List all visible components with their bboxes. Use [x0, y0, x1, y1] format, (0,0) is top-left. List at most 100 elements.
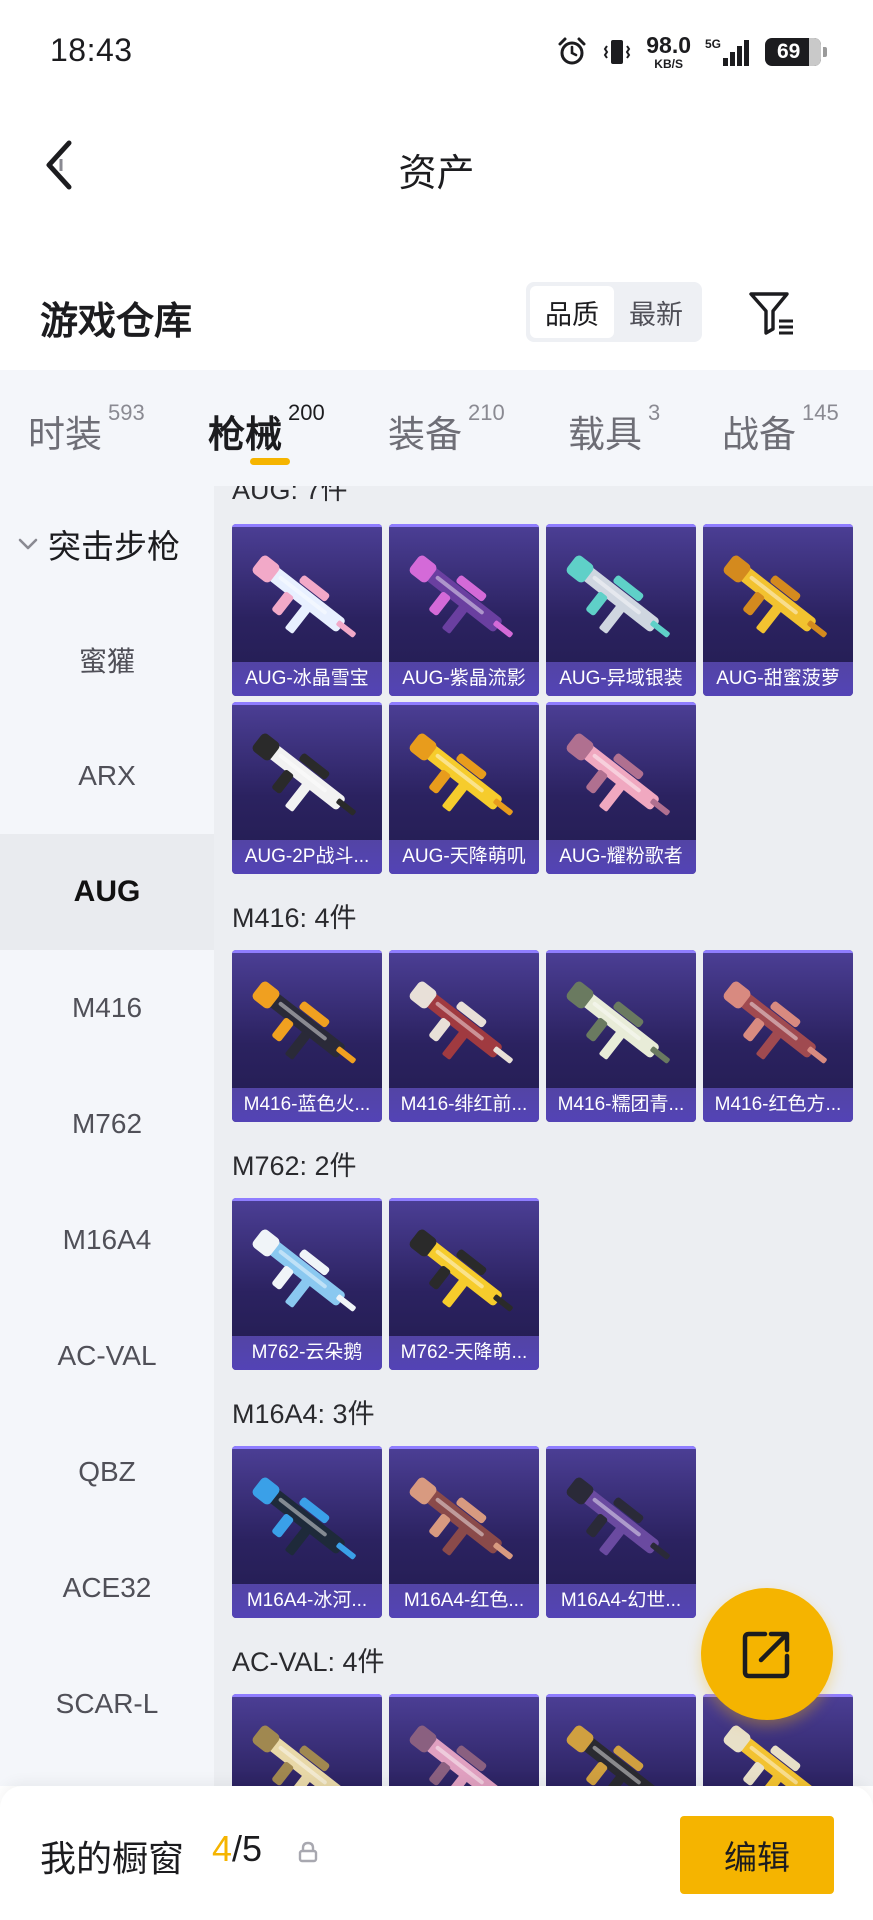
section-title-ac-val: AC-VAL: 4件 — [232, 1647, 385, 1677]
weapon-skin-image — [723, 555, 827, 638]
sidebar-item-aug[interactable]: AUG — [0, 834, 214, 950]
sidebar-item-m762[interactable]: M762 — [0, 1066, 214, 1182]
weapon-skin-image — [566, 1725, 659, 1786]
section-title-m762: M762: 2件 — [232, 1151, 357, 1181]
weapon-card[interactable]: M16A4-红色... — [389, 1446, 539, 1618]
status-icons: 98.0 KB/S 5G 69 — [556, 30, 827, 74]
weapon-card-label: M416-绯红前... — [389, 1088, 539, 1122]
sidebar-category-label: 突击步枪 — [48, 528, 180, 565]
category-tabs: 时装 593 枪械 200 装备 210 载具 3 战备 145 — [0, 370, 873, 486]
tab-label: 时装 — [28, 414, 102, 455]
tab-fashion[interactable]: 时装 593 — [28, 400, 145, 458]
weapon-skin-image — [409, 733, 513, 816]
weapon-skin-image — [409, 1229, 513, 1312]
tab-firearms[interactable]: 枪械 200 — [208, 400, 325, 458]
weapon-skin-image — [252, 1477, 356, 1560]
weapon-skin-image — [409, 1725, 502, 1786]
tab-equipment[interactable]: 装备 210 — [388, 400, 505, 458]
sidebar-item-m416[interactable]: M416 — [0, 950, 214, 1066]
tab-count: 210 — [468, 400, 505, 425]
weapon-card[interactable] — [389, 1694, 539, 1786]
filter-button[interactable] — [744, 284, 800, 344]
network-speed-value: 98.0 — [646, 32, 691, 58]
weapon-card[interactable]: M416-红色方... — [703, 950, 853, 1122]
sidebar-category-assault-rifle[interactable]: 突击步枪 — [0, 486, 214, 602]
tab-count: 593 — [108, 400, 145, 425]
sidebar-item-honey-badger[interactable]: 蜜獾 — [0, 602, 214, 718]
weapon-card[interactable]: AUG-耀粉歌者 — [546, 702, 696, 874]
showcase-label: 我的橱窗 — [40, 1838, 185, 1879]
weapon-card-label: AUG-紫晶流影 — [389, 662, 539, 696]
active-tab-indicator — [250, 458, 290, 465]
section-title-aug: AUG: 7件 — [232, 486, 348, 505]
tab-label: 枪械 — [208, 414, 282, 455]
share-button[interactable] — [701, 1588, 833, 1720]
weapon-card[interactable]: M416-蓝色火... — [232, 950, 382, 1122]
weapon-card-label: M16A4-红色... — [389, 1584, 539, 1618]
weapon-skin-image — [252, 733, 356, 816]
assets-page: 18:43 98.0 KB/S 5G 69 资产 游戏仓库 品质 最新 时装 5… — [0, 0, 873, 1920]
sidebar-item-ace32[interactable]: ACE32 — [0, 1530, 214, 1646]
weapon-card-label: M416-蓝色火... — [232, 1088, 382, 1122]
status-time: 18:43 — [50, 32, 133, 68]
showcase-total: 5 — [242, 1828, 263, 1869]
weapon-skin-image — [252, 1725, 345, 1786]
network-speed: 98.0 KB/S — [646, 32, 691, 71]
weapon-card[interactable]: AUG-冰晶雪宝 — [232, 524, 382, 696]
showcase-used: 4 — [212, 1828, 233, 1869]
showcase-bar: 我的橱窗 4/5 编辑 — [0, 1786, 873, 1920]
weapon-card-label: M762-云朵鹅 — [232, 1336, 382, 1370]
weapon-card[interactable]: AUG-紫晶流影 — [389, 524, 539, 696]
section-title-m416: M416: 4件 — [232, 903, 357, 933]
weapon-card-label: AUG-甜蜜菠萝 — [703, 662, 853, 696]
weapon-card[interactable]: M16A4-幻世... — [546, 1446, 696, 1618]
sidebar-item-scar-l[interactable]: SCAR-L — [0, 1646, 214, 1762]
tab-count: 3 — [648, 400, 661, 425]
weapon-card[interactable]: AUG-甜蜜菠萝 — [703, 524, 853, 696]
weapon-card[interactable]: AUG-异域银装 — [546, 524, 696, 696]
network-speed-unit: KB/S — [654, 57, 683, 71]
weapon-card[interactable]: AUG-天降萌叽 — [389, 702, 539, 874]
tab-label: 载具 — [568, 414, 642, 455]
weapon-card-label: M416-红色方... — [703, 1088, 853, 1122]
weapon-card-label: AUG-2P战斗... — [232, 840, 382, 874]
tab-label: 装备 — [388, 414, 462, 455]
tab-vehicles[interactable]: 载具 3 — [568, 400, 660, 458]
battery-indicator: 69 — [765, 38, 827, 66]
weapon-card-label: AUG-天降萌叽 — [389, 840, 539, 874]
tab-combat-prep[interactable]: 战备 145 — [722, 400, 839, 458]
weapon-skin-image — [409, 981, 513, 1064]
weapon-card[interactable] — [232, 1694, 382, 1786]
weapon-card-label: AUG-冰晶雪宝 — [232, 662, 382, 696]
sort-option-quality[interactable]: 品质 — [530, 286, 614, 338]
sidebar-item-arx[interactable]: ARX — [0, 718, 214, 834]
sidebar-item-ac-val[interactable]: AC-VAL — [0, 1298, 214, 1414]
weapon-card[interactable] — [546, 1694, 696, 1786]
battery-level: 69 — [777, 40, 801, 63]
tab-count: 145 — [802, 400, 839, 425]
weapon-card-label: AUG-异域银装 — [546, 662, 696, 696]
vibrate-icon — [604, 40, 631, 64]
sort-toggle: 品质 最新 — [526, 282, 702, 342]
weapon-card[interactable]: AUG-2P战斗... — [232, 702, 382, 874]
filter-icon — [749, 292, 793, 335]
weapon-card[interactable]: M416-绯红前... — [389, 950, 539, 1122]
showcase-separator: / — [232, 1828, 243, 1869]
weapon-card-label: M16A4-幻世... — [546, 1584, 696, 1618]
weapon-card[interactable]: M762-天降萌... — [389, 1198, 539, 1370]
weapon-card[interactable]: M16A4-冰河... — [232, 1446, 382, 1618]
sidebar-item-m16a4[interactable]: M16A4 — [0, 1182, 214, 1298]
chevron-down-icon — [18, 538, 38, 550]
weapon-card[interactable]: M416-糯团青... — [546, 950, 696, 1122]
sidebar-item-qbz[interactable]: QBZ — [0, 1414, 214, 1530]
weapon-skin-image — [252, 981, 356, 1064]
weapon-skin-image — [723, 981, 827, 1064]
weapon-card[interactable]: M762-云朵鹅 — [232, 1198, 382, 1370]
sort-option-latest[interactable]: 最新 — [614, 286, 698, 338]
signal-5g-icon: 5G — [705, 37, 749, 66]
weapon-skin-image — [566, 1477, 670, 1560]
warehouse-title: 游戏仓库 — [40, 301, 193, 343]
weapon-skin-image — [252, 1229, 356, 1312]
weapon-card-label: AUG-耀粉歌者 — [546, 840, 696, 874]
edit-button[interactable]: 编辑 — [680, 1816, 834, 1894]
